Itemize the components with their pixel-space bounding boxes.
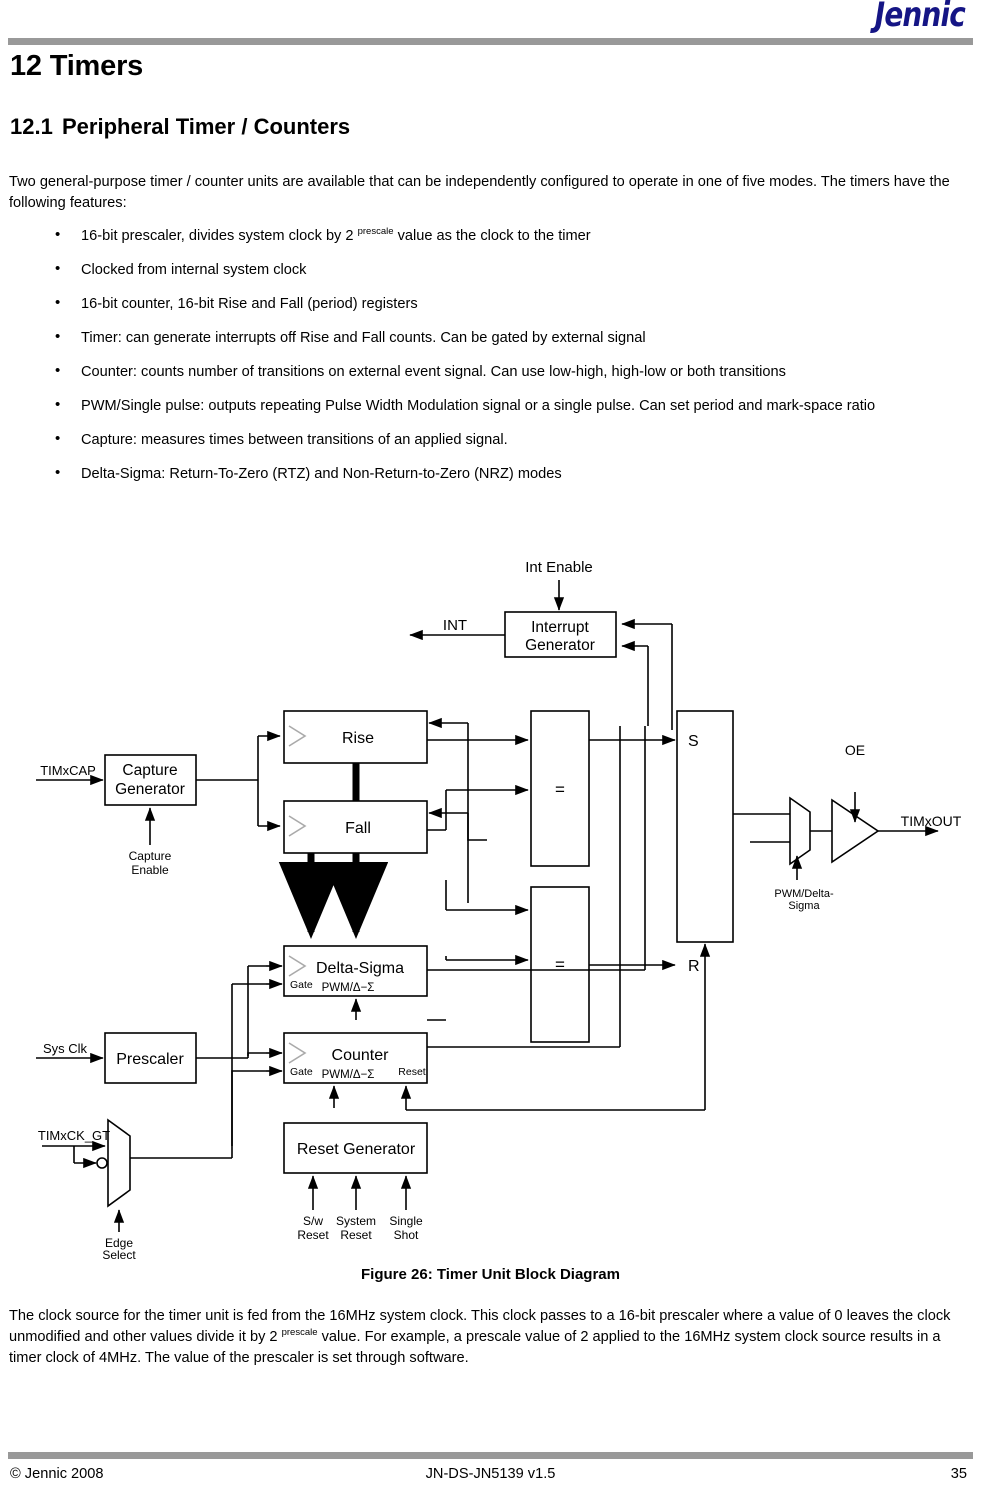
header-rule bbox=[8, 38, 973, 45]
list-item-text-pre: Capture: measures times between transiti… bbox=[81, 432, 508, 448]
label-single-shot-line1: Single bbox=[389, 1214, 423, 1228]
label-sys-clk: Sys Clk bbox=[43, 1041, 88, 1056]
list-item-text-pre: Delta-Sigma: Return-To-Zero (RTZ) and No… bbox=[81, 466, 562, 482]
label-gate-delta: Gate bbox=[290, 979, 313, 991]
list-item-text-pre: Clocked from internal system clock bbox=[81, 262, 307, 278]
block-latch-set: S bbox=[688, 733, 699, 750]
label-int: INT bbox=[443, 617, 467, 634]
list-item-superscript: prescale bbox=[357, 226, 394, 238]
footer-rule bbox=[8, 1452, 973, 1459]
block-counter-sub: PWM/Δ−Σ bbox=[322, 1069, 375, 1081]
list-item: • Timer: can generate interrupts off Rise… bbox=[9, 328, 972, 348]
label-gate-counter: Gate bbox=[290, 1066, 313, 1078]
figure-caption: Figure 26: Timer Unit Block Diagram bbox=[361, 1266, 620, 1283]
list-item-text-pre: Timer: can generate interrupts off Rise … bbox=[81, 330, 646, 346]
list-item: • PWM/Single pulse: outputs repeating Pul… bbox=[9, 396, 972, 416]
list-item-text-pre: Counter: counts number of transitions on… bbox=[81, 364, 786, 380]
block-reset-generator: Reset Generator bbox=[297, 1141, 416, 1158]
intro-paragraph: Two general-purpose timer / counter unit… bbox=[9, 174, 950, 211]
block-interrupt-generator-line2: Generator bbox=[525, 637, 595, 654]
feature-list: • 16-bit prescaler, divides system clock … bbox=[9, 226, 972, 498]
section-number: 12.1 bbox=[10, 114, 53, 139]
list-item: • 16-bit counter, 16-bit Rise and Fall (p… bbox=[9, 294, 972, 314]
label-timxcap: TIMxCAP bbox=[40, 763, 96, 778]
label-pwm-delta-line2: Sigma bbox=[788, 900, 820, 912]
closing-paragraph: The clock source for the timer unit is f… bbox=[9, 1306, 972, 1369]
label-reset-port: Reset bbox=[398, 1066, 426, 1078]
footer-doc-id: JN-DS-JN5139 v1.5 bbox=[425, 1466, 556, 1482]
footer-page-number: 35 bbox=[950, 1466, 967, 1482]
block-capture-generator-line1: Capture bbox=[122, 762, 177, 779]
label-sw-reset-line1: S/w bbox=[303, 1214, 323, 1228]
block-fall: Fall bbox=[345, 820, 371, 837]
bullet-dot-icon: • bbox=[55, 226, 61, 243]
label-edge-select-line2: Select bbox=[102, 1248, 136, 1262]
bullet-dot-icon: • bbox=[55, 328, 61, 345]
block-capture-generator-line2: Generator bbox=[115, 781, 185, 798]
label-pwm-delta-line1: PWM/Delta- bbox=[774, 888, 834, 900]
label-oe: OE bbox=[845, 742, 865, 758]
bullet-dot-icon: • bbox=[55, 362, 61, 379]
label-int-enable: Int Enable bbox=[525, 559, 593, 576]
bullet-dot-icon: • bbox=[55, 294, 61, 311]
document-page: Jennic 12 Timers 12.1 Peripheral Timer / … bbox=[0, 0, 981, 1498]
block-prescaler: Prescaler bbox=[116, 1051, 184, 1068]
label-sw-reset-line2: Reset bbox=[297, 1228, 329, 1242]
bullet-dot-icon: • bbox=[55, 430, 61, 447]
block-counter: Counter bbox=[332, 1047, 390, 1064]
bullet-dot-icon: • bbox=[55, 464, 61, 481]
label-timxck-gt: TIMxCK_GT bbox=[38, 1128, 110, 1143]
block-latch-reset: R bbox=[688, 958, 700, 975]
label-timxout: TIMxOUT bbox=[901, 813, 962, 829]
jennic-logo: Jennic bbox=[874, 0, 966, 35]
list-item: • Delta-Sigma: Return-To-Zero (RTZ) and N… bbox=[9, 464, 972, 484]
list-item-text-pre: 16-bit counter, 16-bit Rise and Fall (pe… bbox=[81, 296, 418, 312]
section-heading: 12.1 Peripheral Timer / Counters bbox=[10, 114, 350, 140]
list-item: • Counter: counts number of transitions o… bbox=[9, 362, 972, 382]
chapter-heading: 12 Timers bbox=[10, 50, 144, 82]
block-comparator-bottom: = bbox=[555, 955, 565, 974]
list-item: • 16-bit prescaler, divides system clock … bbox=[9, 226, 972, 246]
list-item: • Clocked from internal system clock bbox=[9, 260, 972, 280]
bullet-dot-icon: • bbox=[55, 260, 61, 277]
timer-unit-block-diagram: Int Enable INT Interrupt Generator TIMxC… bbox=[0, 550, 981, 1262]
list-item-text-pre: PWM/Single pulse: outputs repeating Puls… bbox=[81, 398, 876, 414]
list-item-text-pre: 16-bit prescaler, divides system clock b… bbox=[81, 228, 358, 244]
label-system-reset-line2: Reset bbox=[340, 1228, 372, 1242]
block-delta-sigma-sub: PWM/Δ−Σ bbox=[322, 982, 375, 994]
list-item-text-post: value as the clock to the timer bbox=[393, 228, 591, 244]
block-rise: Rise bbox=[342, 730, 374, 747]
block-comparator-top: = bbox=[555, 780, 565, 799]
closing-superscript: prescale bbox=[281, 1327, 318, 1339]
label-system-reset-line1: System bbox=[336, 1214, 376, 1228]
label-capture-enable-line1: Capture bbox=[129, 849, 172, 863]
list-item: • Capture: measures times between transit… bbox=[9, 430, 972, 450]
label-capture-enable-line2: Enable bbox=[131, 863, 169, 877]
label-single-shot-line2: Shot bbox=[394, 1228, 419, 1242]
block-delta-sigma: Delta-Sigma bbox=[316, 960, 404, 977]
section-title: Peripheral Timer / Counters bbox=[62, 114, 351, 139]
block-interrupt-generator-line1: Interrupt bbox=[531, 619, 589, 636]
bullet-dot-icon: • bbox=[55, 396, 61, 413]
